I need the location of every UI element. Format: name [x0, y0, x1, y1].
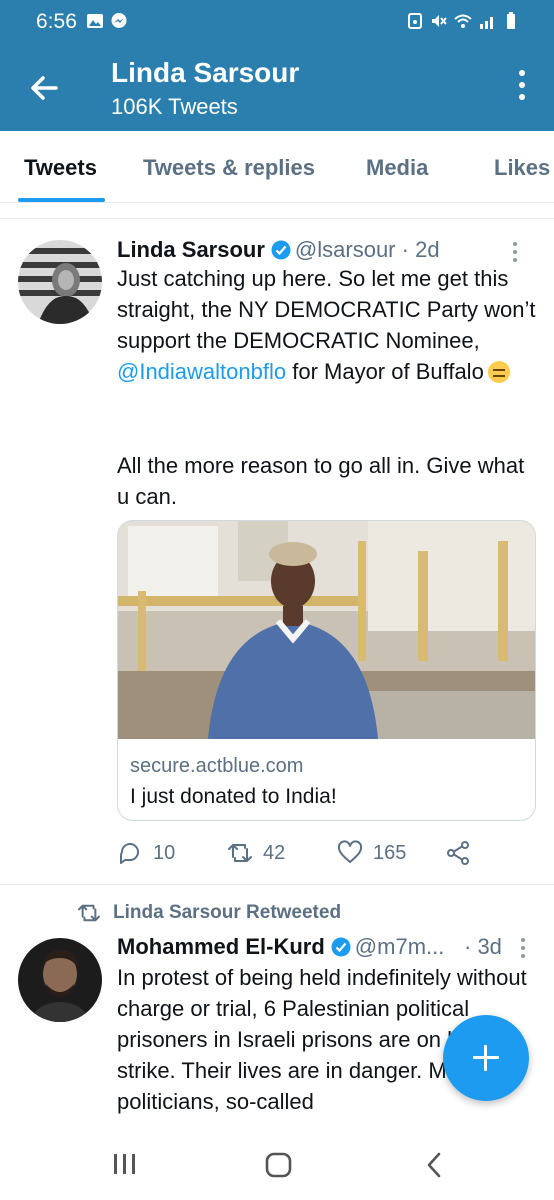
avatar[interactable]: [18, 938, 102, 1022]
like-count: 165: [373, 841, 407, 864]
arrow-left-icon[interactable]: [22, 66, 66, 110]
mention-link[interactable]: @Indiawaltonbflo: [117, 359, 286, 384]
card-image: [118, 521, 535, 739]
expressionless-face-emoji: [487, 361, 510, 383]
retweet-icon: [228, 844, 252, 862]
tweet-author-line: Linda Sarsour @lsarsour · 2d: [117, 237, 440, 263]
more-vertical-icon[interactable]: [514, 70, 530, 106]
reply-icon: [119, 843, 139, 864]
card-title: I just donated to India!: [130, 785, 337, 808]
avatar[interactable]: [18, 240, 102, 324]
battery-icon: [507, 12, 515, 29]
tweet-actions: 10 42 165: [117, 838, 542, 868]
divider: [0, 218, 554, 219]
tweet-author-line: Mohammed El-Kurd @m7m...: [117, 934, 444, 960]
signal-icon: [480, 17, 493, 29]
retweeted-by-line: Linda Sarsour Retweeted: [77, 902, 341, 924]
tweet-text: Just catching up here. So let me get thi…: [117, 266, 542, 384]
messenger-icon: [111, 13, 127, 28]
back-icon[interactable]: [425, 1152, 443, 1178]
author-name[interactable]: Mohammed El-Kurd: [117, 934, 325, 959]
author-handle: @lsarsour: [294, 237, 396, 262]
heart-icon: [337, 840, 363, 863]
verified-badge-icon: [271, 240, 291, 260]
mute-icon: [432, 15, 447, 27]
retweeted-by-label[interactable]: Linda Sarsour Retweeted: [113, 902, 341, 924]
tab-media[interactable]: Media: [366, 155, 428, 181]
tab-likes[interactable]: Likes: [494, 155, 550, 181]
recents-icon[interactable]: [112, 1152, 138, 1176]
alarm-icon: [408, 13, 422, 29]
compose-tweet-button[interactable]: [443, 1015, 529, 1101]
tweet-divider: [0, 884, 554, 885]
like-button[interactable]: 165: [337, 838, 406, 868]
card-domain: secure.actblue.com: [130, 755, 304, 777]
tab-tweets[interactable]: Tweets: [24, 155, 97, 181]
active-tab-indicator: [18, 198, 105, 202]
gallery-icon: [87, 14, 103, 28]
verified-badge-icon: [331, 937, 351, 957]
author-handle: @m7m...: [354, 934, 445, 959]
tweet-time-wrap: · 3d: [464, 934, 502, 960]
system-nav-bar: [0, 1126, 554, 1200]
tweet-more-icon[interactable]: [518, 938, 528, 964]
home-icon[interactable]: [265, 1152, 293, 1178]
status-bar: 6:56: [0, 0, 554, 44]
reply-button[interactable]: 10: [117, 838, 175, 868]
tweet-text-continued: All the more reason to go all in. Give w…: [117, 453, 531, 509]
status-time: 6:56: [36, 10, 77, 33]
profile-header: Linda Sarsour 106K Tweets: [0, 44, 554, 131]
author-name[interactable]: Linda Sarsour: [117, 237, 265, 262]
share-button[interactable]: [445, 838, 471, 868]
page-title: Linda Sarsour: [111, 57, 300, 88]
wifi-icon: [454, 14, 472, 28]
tweet-count: 106K Tweets: [111, 94, 238, 119]
reply-count: 10: [153, 841, 176, 864]
tab-tweets-and-replies[interactable]: Tweets & replies: [143, 155, 315, 181]
retweet-button[interactable]: 42: [227, 838, 285, 868]
profile-tabs: Tweets Tweets & replies Media Likes: [0, 131, 554, 203]
link-card[interactable]: secure.actblue.com I just donated to Ind…: [117, 520, 536, 821]
share-icon: [447, 841, 469, 865]
tweet-time: · 2d: [401, 237, 440, 262]
retweet-icon: [78, 904, 100, 922]
retweet-count: 42: [263, 841, 286, 864]
tweet-time: · 3d: [464, 934, 502, 959]
